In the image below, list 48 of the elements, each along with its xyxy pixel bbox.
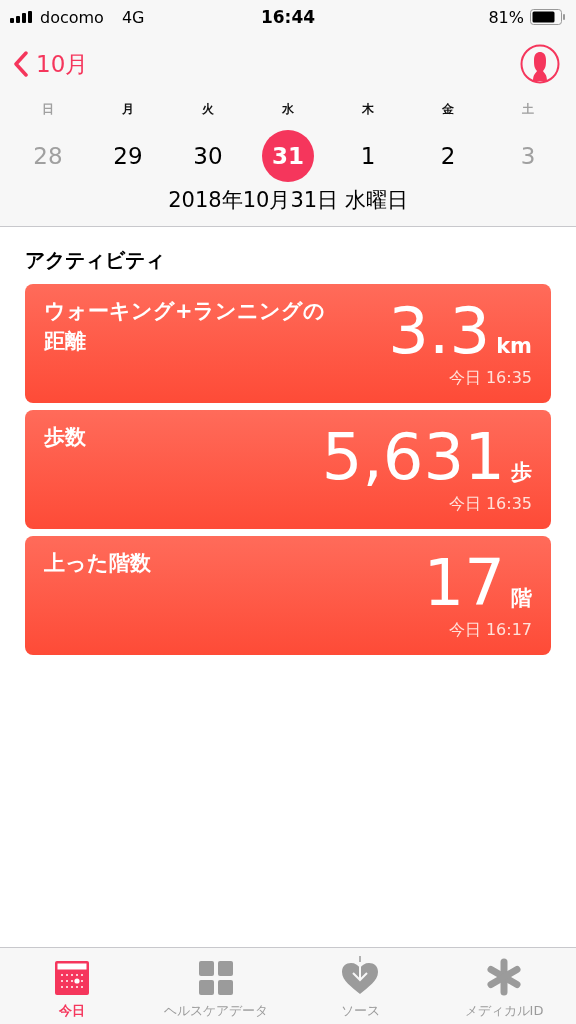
date-button[interactable]: 2 [422,130,474,182]
card-time: 今日 16:35 [448,494,532,515]
weekday-label: 火 [202,101,214,118]
weekday-label: 土 [522,101,534,118]
date-button[interactable]: 30 [182,130,234,182]
back-button[interactable]: 10月 [14,48,89,80]
card-value: 3.3 [388,296,491,366]
asterisk-icon [485,958,523,996]
battery-icon [530,9,566,25]
tab-button[interactable]: メディカルID [434,948,574,1024]
card-time: 今日 16:17 [448,620,532,641]
weekday-label: 金 [442,101,454,118]
tab-button[interactable]: 今日 [2,948,142,1024]
card-title: ウォーキング+ランニングの距離 [44,298,326,355]
date-button[interactable]: 28 [22,130,74,182]
date-button[interactable]: 1 [342,130,394,182]
profile-icon[interactable] [520,44,560,84]
card-title: 歩数 [44,424,87,451]
activity-card[interactable]: 上った階数 17 階 今日 16:17 [25,536,551,655]
calendar-icon [54,960,90,996]
network-type: 4G [121,7,145,27]
card-unit: 階 [511,585,532,612]
card-time: 今日 16:35 [448,368,532,389]
weekday-label: 月 [122,101,134,118]
card-title: 上った階数 [44,550,152,577]
card-unit: 歩 [511,459,532,486]
status-time: 16:44 [260,7,316,27]
carrier-name: docomo [40,7,104,27]
weekday-label: 日 [42,101,54,118]
activity-card[interactable]: 歩数 5,631 歩 今日 16:35 [25,410,551,529]
date-title: 2018年10月31日 水曜日 [167,187,409,214]
date-button[interactable]: 3 [502,130,554,182]
date-button[interactable]: 29 [102,130,154,182]
card-unit: km [496,334,532,358]
grid-icon [198,960,234,996]
weekday-label: 水 [282,101,294,118]
card-value: 17 [423,548,505,618]
section-title: アクティビティ [25,247,166,274]
battery-percent: 81% [488,7,524,27]
tab-button[interactable]: ソース [290,948,430,1024]
card-value: 5,631 [321,422,505,492]
signal-icon [10,11,34,23]
chevron-left-icon [14,51,28,77]
activity-card[interactable]: ウォーキング+ランニングの距離 3.3 km 今日 16:35 [25,284,551,403]
date-button[interactable]: 31 [262,130,314,182]
heart-arrow-icon [340,956,380,996]
tab-button[interactable]: ヘルスケアデータ [146,948,286,1024]
weekday-label: 木 [362,101,374,118]
